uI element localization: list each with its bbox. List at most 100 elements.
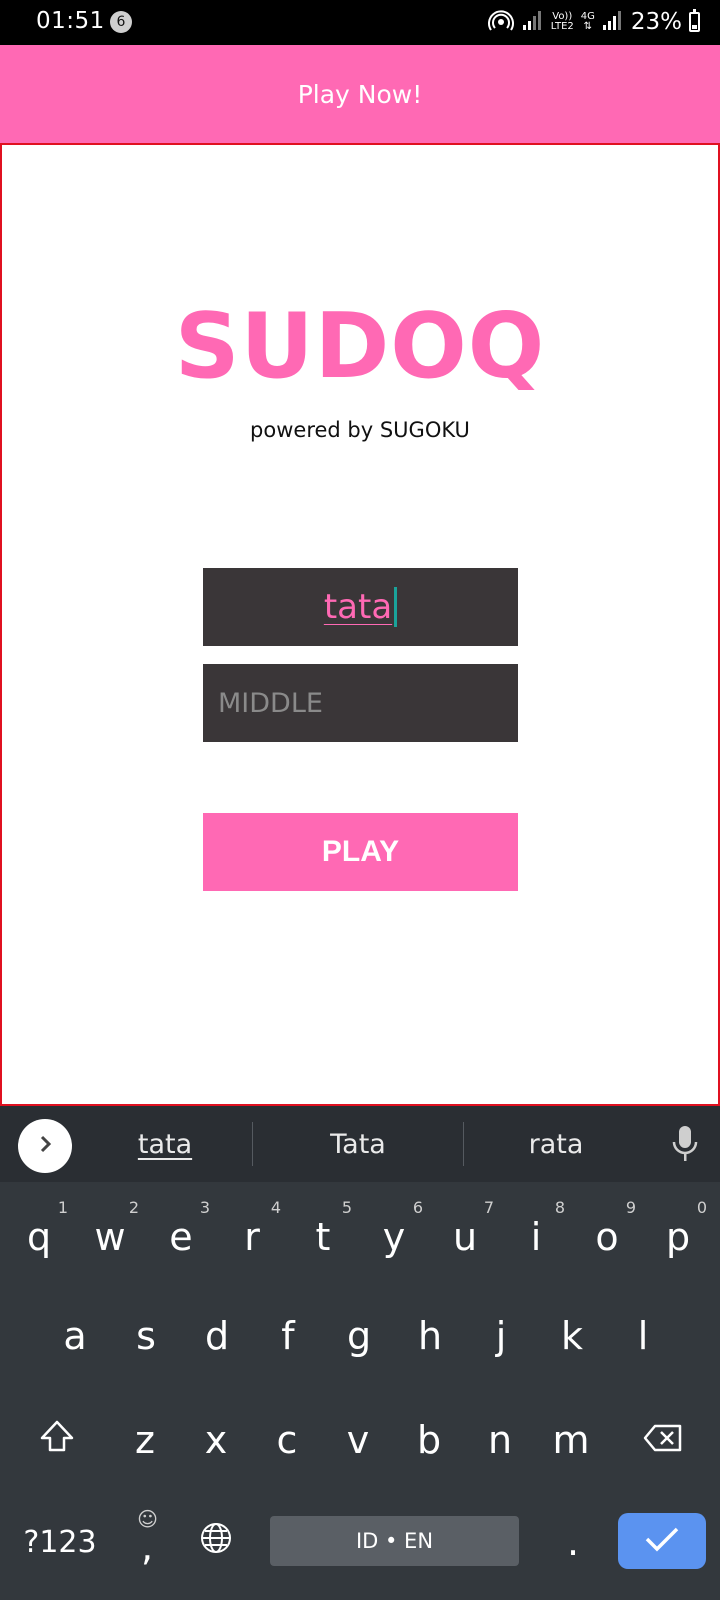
key-d[interactable]: d [182, 1291, 252, 1381]
microphone-icon[interactable] [670, 1124, 700, 1164]
key-label: z [135, 1418, 155, 1462]
symbols-key[interactable]: ?123 [20, 1497, 100, 1587]
key-n[interactable]: n [465, 1395, 535, 1485]
period-key[interactable]: . [538, 1497, 608, 1587]
suggestion-3[interactable]: rata [466, 1106, 646, 1182]
data-arrows-icon: ⇅ [583, 21, 592, 32]
app-logo: SUDOQ [174, 294, 546, 399]
key-number-hint: 8 [554, 1198, 565, 1217]
backspace-key[interactable] [628, 1395, 698, 1485]
chevron-right-icon [35, 1134, 55, 1158]
key-number-hint: 3 [199, 1198, 210, 1217]
key-label: a [63, 1314, 87, 1358]
text-cursor [394, 587, 398, 627]
key-h[interactable]: h [395, 1291, 465, 1381]
key-e[interactable]: e3 [146, 1192, 216, 1282]
suggestion-divider [463, 1122, 464, 1166]
key-label: q [26, 1215, 52, 1259]
key-label: o [595, 1215, 619, 1259]
space-key[interactable]: ID • EN [270, 1516, 519, 1566]
key-number-hint: 9 [625, 1198, 636, 1217]
key-label: x [204, 1418, 228, 1462]
key-label: h [417, 1314, 443, 1358]
key-label: y [382, 1215, 406, 1259]
key-t[interactable]: t5 [288, 1192, 358, 1282]
lte-label: LTE2 [550, 21, 574, 32]
battery-level-fill [692, 25, 697, 29]
key-s[interactable]: s [111, 1291, 181, 1381]
key-k[interactable]: k [537, 1291, 607, 1381]
key-label: p [665, 1215, 691, 1259]
key-b[interactable]: b [394, 1395, 464, 1485]
key-g[interactable]: g [324, 1291, 394, 1381]
comma-label: , [140, 1525, 154, 1569]
key-l[interactable]: l [608, 1291, 678, 1381]
suggestion-bar: tata Tata rata [0, 1106, 720, 1182]
expand-toolbar-button[interactable] [18, 1119, 72, 1173]
key-i[interactable]: i8 [501, 1192, 571, 1282]
key-label: l [637, 1314, 649, 1358]
key-label: d [204, 1314, 230, 1358]
key-label: w [94, 1215, 126, 1259]
language-key[interactable] [181, 1497, 251, 1587]
shift-key[interactable] [22, 1395, 92, 1485]
play-button[interactable]: PLAY [203, 813, 518, 891]
key-number-hint: 5 [341, 1198, 352, 1217]
key-o[interactable]: o9 [572, 1192, 642, 1282]
key-m[interactable]: m [536, 1395, 606, 1485]
status-icons: Vo)) LTE2 4G ⇅ 23% [487, 7, 700, 37]
status-time: 01:51 [36, 8, 105, 34]
key-label: c [276, 1418, 298, 1462]
key-number-hint: 2 [128, 1198, 139, 1217]
key-f[interactable]: f [253, 1291, 323, 1381]
key-label: t [315, 1215, 331, 1259]
key-r[interactable]: r4 [217, 1192, 287, 1282]
key-label: e [169, 1215, 193, 1259]
volte-indicator: Vo)) LTE2 [551, 12, 574, 32]
key-u[interactable]: u7 [430, 1192, 500, 1282]
key-number-hint: 6 [412, 1198, 423, 1217]
key-p[interactable]: p0 [643, 1192, 713, 1282]
emoji-hint-icon: ☺ [137, 1507, 158, 1531]
comma-key[interactable]: ☺ , [112, 1497, 182, 1587]
key-j[interactable]: j [466, 1291, 536, 1381]
key-label: i [530, 1215, 542, 1259]
app-bar-title: Play Now! [297, 79, 423, 109]
key-w[interactable]: w2 [75, 1192, 145, 1282]
key-q[interactable]: q1 [4, 1192, 74, 1282]
difficulty-input[interactable]: MIDDLE [203, 664, 518, 742]
key-number-hint: 1 [57, 1198, 68, 1217]
key-label: f [281, 1314, 295, 1358]
shift-icon [39, 1418, 75, 1462]
key-label: g [346, 1314, 372, 1358]
key-label: j [495, 1314, 507, 1358]
signal-icon-2 [602, 9, 624, 35]
key-label: k [560, 1314, 583, 1358]
key-label: m [552, 1418, 590, 1462]
globe-icon [199, 1520, 233, 1564]
enter-key[interactable] [618, 1513, 706, 1569]
key-a[interactable]: a [40, 1291, 110, 1381]
app-bar: Play Now! [0, 45, 720, 143]
key-x[interactable]: x [181, 1395, 251, 1485]
status-bar: 01:51 6 Vo)) LTE2 4G ⇅ 23% [0, 0, 720, 45]
key-label: v [346, 1418, 370, 1462]
key-label: n [487, 1418, 513, 1462]
suggestion-1[interactable]: tata [80, 1106, 250, 1182]
key-c[interactable]: c [252, 1395, 322, 1485]
hotspot-icon [487, 8, 515, 36]
battery-percent: 23% [630, 9, 682, 35]
checkmark-icon [644, 1525, 680, 1557]
backspace-icon [643, 1418, 683, 1462]
player-name-value[interactable]: tata [324, 587, 392, 627]
player-name-input[interactable]: tata [203, 568, 518, 646]
key-y[interactable]: y6 [359, 1192, 429, 1282]
key-z[interactable]: z [110, 1395, 180, 1485]
signal-icon [522, 9, 544, 35]
key-number-hint: 4 [270, 1198, 281, 1217]
suggestion-2[interactable]: Tata [253, 1106, 463, 1182]
data-indicator: 4G ⇅ [581, 12, 595, 32]
key-label: u [452, 1215, 478, 1259]
key-v[interactable]: v [323, 1395, 393, 1485]
powered-by-label: powered by SUGOKU [250, 418, 470, 442]
